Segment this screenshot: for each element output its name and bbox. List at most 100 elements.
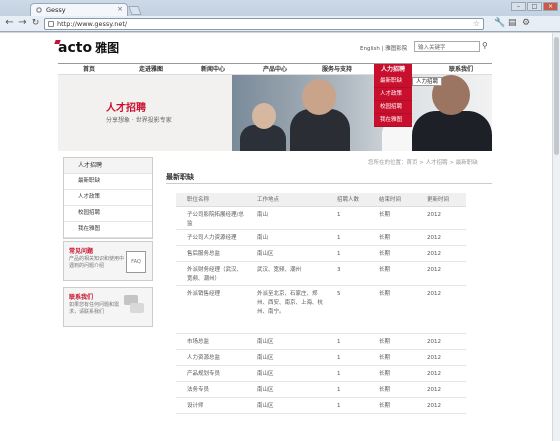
job-title[interactable]: 法务专员 [176, 381, 246, 398]
job-title[interactable]: 子公司影院拓展经理/总监 [176, 206, 246, 230]
top-links[interactable]: English | 雅图影院 [360, 44, 407, 52]
job-location: 南山区 [246, 245, 326, 262]
scrollbar-thumb[interactable] [554, 37, 559, 155]
job-end: 长期 [368, 365, 416, 382]
table-row[interactable]: 产品规划专员 南山区 1 长期 2012 [176, 365, 466, 382]
job-updated: 2012 [416, 397, 466, 414]
site-logo[interactable]: acto 雅图 [54, 39, 120, 56]
table-row[interactable]: 法务专员 南山区 1 长期 2012 [176, 381, 466, 398]
job-count: 1 [326, 397, 368, 414]
table-row[interactable]: 外派财务经理（武汉、宽频、潮州） 武汉、宽频、潮州 3 长期 2012 [176, 261, 466, 286]
faq-icon: FAQ [126, 251, 146, 273]
job-count: 5 [326, 285, 368, 334]
new-tab-button[interactable] [128, 6, 142, 15]
job-count: 1 [326, 333, 368, 350]
favicon-icon [36, 7, 42, 13]
job-end: 长期 [368, 333, 416, 350]
chat-icon [124, 295, 146, 317]
contact-box[interactable]: 联系我们 如果您有任何问题和需求，请联系我们 [63, 287, 153, 327]
table-row[interactable]: 子公司人力资源经理 南山 1 长期 2012 [176, 229, 466, 246]
job-count: 1 [326, 229, 368, 246]
job-title[interactable]: 子公司人力资源经理 [176, 229, 246, 246]
dropdown-item-campus[interactable]: 校园招聘 [374, 101, 412, 114]
faq-title: 常见问题 [69, 248, 94, 255]
col-header-location: 工作地点 [246, 193, 326, 207]
browser-toolbar: ← → ↻ http://www.gessy.net/ ☆ 🔧 ▤ ⚙ [0, 16, 560, 32]
sidebar-menu: 人才招聘 最新职缺 人才政策 校园招聘 我在雅图 [63, 157, 153, 239]
sidebar-item-campus[interactable]: 校园招聘 [64, 206, 152, 222]
job-title[interactable]: 人力资源总监 [176, 349, 246, 366]
job-count: 1 [326, 349, 368, 366]
search-icon[interactable]: ⚲ [482, 41, 488, 50]
job-location: 南山区 [246, 349, 326, 366]
job-title[interactable]: 外派财务经理（武汉、宽频、潮州） [176, 261, 246, 286]
job-updated: 2012 [416, 381, 466, 398]
logo-text: acto [58, 40, 93, 56]
page-title: 最新职缺 [166, 173, 194, 181]
web-page: acto 雅图 English | 雅图影院 输入关键字 ⚲ 首页 走进雅图 新闻… [0, 33, 552, 441]
job-count: 1 [326, 381, 368, 398]
job-end: 长期 [368, 229, 416, 246]
sidebar-item-life[interactable]: 我在雅图 [64, 222, 152, 238]
job-location: 南山 [246, 229, 326, 246]
job-title[interactable]: 外派销售经理 [176, 285, 246, 334]
page-scrollbar[interactable] [552, 33, 560, 441]
job-updated: 2012 [416, 349, 466, 366]
window-controls: – □ × [510, 2, 558, 11]
job-location: 南山区 [246, 333, 326, 350]
sidebar-heading: 人才招聘 [64, 158, 152, 174]
back-icon[interactable]: ← [4, 18, 15, 29]
table-row[interactable]: 市场总监 南山区 1 长期 2012 [176, 333, 466, 350]
job-title[interactable]: 产品规划专员 [176, 365, 246, 382]
sidebar-item-policy[interactable]: 人才政策 [64, 190, 152, 206]
dropdown-item-jobs[interactable]: 最新职缺 [374, 75, 412, 88]
main-menu: 首页 走进雅图 新闻中心 产品中心 服务与支持 人力招聘 联系我们 [58, 63, 492, 76]
maximize-button[interactable]: □ [527, 2, 542, 11]
job-end: 长期 [368, 285, 416, 334]
banner-title: 人才招聘 [106, 103, 146, 114]
dropdown-item-life[interactable]: 我在雅图 [374, 114, 412, 127]
job-title[interactable]: 售后服务总监 [176, 245, 246, 262]
job-count: 1 [326, 206, 368, 230]
wrench-icon[interactable]: 🔧 [494, 18, 505, 28]
search-input[interactable]: 输入关键字 [414, 41, 480, 52]
job-count: 3 [326, 261, 368, 286]
browser-tab[interactable]: Gessy × [30, 3, 128, 16]
page-menu-icon[interactable]: ▤ [508, 18, 517, 28]
page-banner: 人才招聘 分享想象 · 世界投影专家 [58, 75, 492, 151]
table-row[interactable]: 子公司影院拓展经理/总监 南山 1 长期 2012 [176, 206, 466, 230]
job-location: 南山 [246, 206, 326, 230]
job-location: 武汉、宽频、潮州 [246, 261, 326, 286]
table-row[interactable]: 售后服务总监 南山区 1 长期 2012 [176, 245, 466, 262]
faq-box[interactable]: 常见问题 产品的相关知识和使用中遇到的问题介绍 FAQ [63, 241, 153, 281]
job-updated: 2012 [416, 245, 466, 262]
sidebar-item-jobs[interactable]: 最新职缺 [64, 174, 152, 190]
job-title[interactable]: 市场总监 [176, 333, 246, 350]
job-end: 长期 [368, 206, 416, 230]
table-row[interactable]: 设计师 南山区 1 长期 2012 [176, 397, 466, 414]
col-header-title: 职位名称 [176, 193, 246, 207]
job-count: 1 [326, 245, 368, 262]
job-location: 南山区 [246, 381, 326, 398]
job-updated: 2012 [416, 229, 466, 246]
reload-icon[interactable]: ↻ [30, 18, 41, 29]
address-bar[interactable]: http://www.gessy.net/ ☆ [44, 18, 484, 30]
logo-cn: 雅图 [95, 41, 120, 55]
job-updated: 2012 [416, 333, 466, 350]
job-title[interactable]: 设计师 [176, 397, 246, 414]
breadcrumb: 您所在的位置：首页 > 人才招聘 > 最新职缺 [368, 160, 478, 166]
tab-title: Gessy [46, 6, 66, 14]
tab-close-icon[interactable]: × [117, 5, 123, 13]
window-close-button[interactable]: × [543, 2, 558, 11]
table-row[interactable]: 外派销售经理 外派至北京、石家庄、郑州、西安、南京、上海、杭州、南宁。 5 长期 201… [176, 285, 466, 334]
url-text[interactable]: http://www.gessy.net/ [57, 20, 127, 28]
table-row[interactable]: 人力资源总监 南山区 1 长期 2012 [176, 349, 466, 366]
minimize-button[interactable]: – [511, 2, 526, 11]
bookmark-star-icon[interactable]: ☆ [473, 19, 480, 28]
dropdown-item-policy[interactable]: 人才政策 [374, 88, 412, 101]
forward-icon[interactable]: → [17, 18, 28, 29]
banner-photo [232, 75, 492, 151]
settings-icon[interactable]: ⚙ [522, 18, 530, 28]
col-header-updated: 更新时间 [416, 193, 466, 207]
page-icon [48, 21, 54, 27]
